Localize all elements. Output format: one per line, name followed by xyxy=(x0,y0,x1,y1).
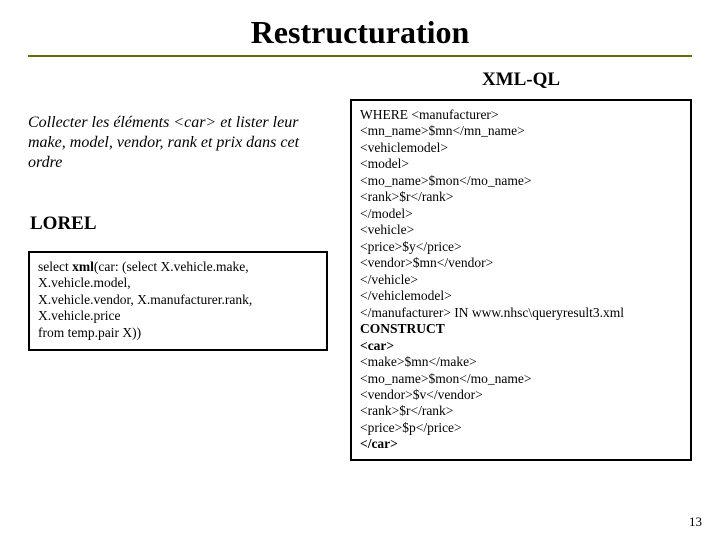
xmlql-line-1: WHERE <manufacturer> xyxy=(360,107,682,123)
xmlql-line-18: <vendor>$v</vendor> xyxy=(360,387,682,403)
content-columns: Collecter les éléments <car> et lister l… xyxy=(28,69,692,461)
lorel-line-2: X.vehicle.model, xyxy=(38,275,318,291)
left-column: Collecter les éléments <car> et lister l… xyxy=(28,69,328,461)
lorel-line-5: from temp.pair X)) xyxy=(38,325,318,341)
xmlql-line-21: </car> xyxy=(360,436,682,452)
xmlql-line-8: <vehicle> xyxy=(360,222,682,238)
xmlql-line-3: <vehiclemodel> xyxy=(360,140,682,156)
xmlql-line-4: <model> xyxy=(360,156,682,172)
title-underline xyxy=(28,55,692,57)
xmlql-line-6: <rank>$r</rank> xyxy=(360,189,682,205)
xmlql-code-box: WHERE <manufacturer><mn_name>$mn</mn_nam… xyxy=(350,99,692,461)
xmlql-line-14: CONSTRUCT xyxy=(360,321,682,337)
xmlql-line-9: <price>$y</price> xyxy=(360,239,682,255)
xmlql-line-15: <car> xyxy=(360,338,682,354)
xmlql-line-19: <rank>$r</rank> xyxy=(360,403,682,419)
xmlql-line-13: </manufacturer> IN www.nhsc\queryresult3… xyxy=(360,305,682,321)
lorel-line-1: select xml(car: (select X.vehicle.make, xyxy=(38,259,318,275)
xmlql-line-20: <price>$p</price> xyxy=(360,420,682,436)
lorel-line-3: X.vehicle.vendor, X.manufacturer.rank, xyxy=(38,292,318,308)
xmlql-line-7: </model> xyxy=(360,206,682,222)
lorel-line-4: X.vehicle.price xyxy=(38,308,318,324)
lorel-heading: LOREL xyxy=(30,213,328,235)
xmlql-line-5: <mo_name>$mon</mo_name> xyxy=(360,173,682,189)
description-text: Collecter les éléments <car> et lister l… xyxy=(28,113,328,173)
page-number: 13 xyxy=(689,514,702,530)
slide-title: Restructuration xyxy=(251,14,470,51)
xmlql-line-10: <vendor>$mn</vendor> xyxy=(360,255,682,271)
xmlql-line-16: <make>$mn</make> xyxy=(360,354,682,370)
xmlql-line-11: </vehicle> xyxy=(360,272,682,288)
lorel-code-box: select xml(car: (select X.vehicle.make, … xyxy=(28,251,328,351)
xmlql-heading: XML-QL xyxy=(350,69,692,91)
xmlql-line-2: <mn_name>$mn</mn_name> xyxy=(360,123,682,139)
xmlql-line-17: <mo_name>$mon</mo_name> xyxy=(360,371,682,387)
xmlql-line-12: </vehiclemodel> xyxy=(360,288,682,304)
right-column: XML-QL WHERE <manufacturer><mn_name>$mn<… xyxy=(350,69,692,461)
